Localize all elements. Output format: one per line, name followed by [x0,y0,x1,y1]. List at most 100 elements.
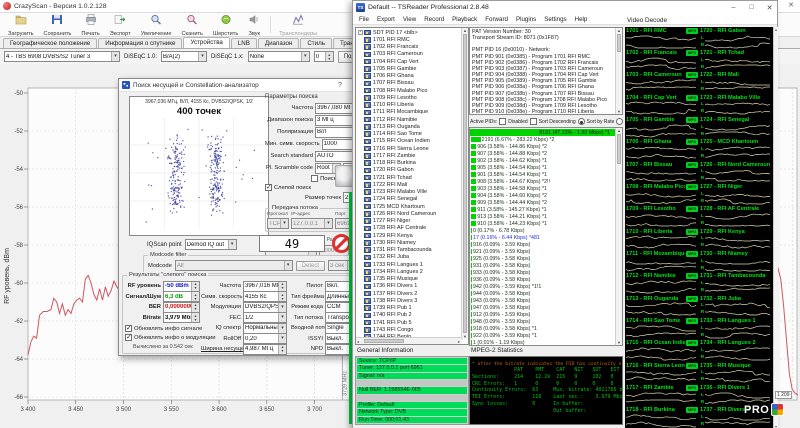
channel-monitor[interactable]: 1715 - RFI Ocean IndienMP2 [625,340,699,362]
tree-item[interactable]: 1723 RFI Malabo Ville [358,189,468,196]
channel-monitor[interactable]: 1732 - RFI Juba L R [699,295,773,317]
tree-item[interactable]: 1704 RFI Cap Vert [358,58,468,65]
pid-row[interactable]: 916 (0.09% - 3.59 Kbps) [470,241,622,248]
disabled-checkbox[interactable] [499,118,506,125]
tab[interactable]: Устройства [183,37,229,48]
channel-monitor[interactable]: 1722 - RFI Mali L R [699,72,773,94]
toolbar-button[interactable]: Транспондеры [275,11,321,38]
toolbar-button[interactable]: Сканить [178,11,207,38]
pid-vscrollbar[interactable]: ▲▼ [615,128,622,345]
channel-monitor[interactable]: 1706 - RFI GhanaMP2 [625,139,699,161]
menu-item[interactable]: Plugins [512,16,540,23]
channel-monitor[interactable]: 1726 - RFI Nord Cameroun L R [699,161,773,183]
pat-line[interactable]: PMT PID 910 (0x038e) - Program 1710 RFI … [472,109,622,115]
tree-item[interactable]: 1732 RFI Juba [358,254,468,261]
update-modulation-checkbox[interactable] [125,334,132,341]
tree-item[interactable]: 1710 RFI Liberia [358,102,468,109]
tree-item[interactable]: 1714 RFI Sao Tome [358,131,468,138]
sort-by-rate-radio[interactable] [578,118,585,125]
pid-row[interactable]: 913 (3.58% - 144.21 Kbps) *1 [470,213,622,220]
pid-row[interactable]: 906 (3.58% - 144.86 Kbps) *2 [470,143,622,150]
pid-row[interactable]: 925 (0.09% - 3.58 Kbps) [470,255,622,262]
update-signal-checkbox[interactable] [125,325,132,332]
tree-item[interactable]: 1728 RFI AF Centrale [358,225,468,232]
crazyscan-close-icon[interactable]: ✕ [788,1,794,9]
channel-monitor[interactable]: 1708 - RFI Malabo PicoMP2 [625,183,699,205]
toolbar-button[interactable]: Звук [244,11,264,38]
channel-monitor[interactable]: 1702 - RFI FrancaisMP2 [625,49,699,71]
channel-monitor[interactable]: 1720 - RFI Gabon L R [699,27,773,49]
pat-vscrollbar[interactable]: ▲▼ [615,28,622,114]
tree-item[interactable]: 1743 RFI Congo [358,326,468,333]
pid-row[interactable]: 943 (0.09% - 3.58 Kbps) [470,297,622,304]
tree-item[interactable]: 1707 RFI Bissau [358,80,468,87]
close-button[interactable]: ✕ [762,4,777,12]
pid-row[interactable]: 905 (3.58% - 144.54 Kbps) *1 [470,164,622,171]
tab[interactable]: Стиль [300,38,332,48]
result-value[interactable]: 6,3 dB [163,291,200,302]
ip-select[interactable]: 127.0.0.1 [291,218,333,229]
pid-row[interactable]: 921 (0.09% - 3.59 Kbps) [470,248,622,255]
menu-item[interactable]: Playback [448,16,481,23]
pid-row[interactable]: 8191 (47.23% - 1.90 Mbps) *1 [470,129,622,136]
channel-monitor[interactable]: 1723 - RFI Malabo Ville L R [699,94,773,116]
tab[interactable]: Географическое положение [3,38,97,48]
menu-item[interactable]: View [399,16,420,23]
channel-monitor[interactable]: 1712 - RFI NamibieMP2 [625,273,699,295]
channel-monitor[interactable]: 1703 - RFI CamerounMP2 [625,72,699,94]
diseqc10-select[interactable]: B/A(2) [161,51,207,62]
pid-row[interactable]: 918 (0.09% - 3.58 Kbps) *1 [470,325,622,332]
tree-item[interactable]: 1718 RFI Burkina [358,160,468,167]
pid-row[interactable]: 936 (0.09% - 3.58 Kbps) [470,276,622,283]
tree-item[interactable]: 1738 RFI Divers 3 [358,297,468,304]
result-value[interactable]: 4155 Кс [243,291,287,302]
menu-item[interactable]: File [355,16,373,23]
pid-row[interactable]: 904 (3.58% - 144.60 Kbps) *2 [470,192,622,199]
toolbar-button[interactable]: Печать [77,11,103,38]
pid-row[interactable]: 17 (0.16% - 6.44 Kbps) *481 [470,234,622,241]
sort-descending-checkbox[interactable] [530,118,537,125]
dialog-titlebar[interactable]: Поиск несущей и Constellation-анализатор… [119,79,364,92]
toolbar-button[interactable]: Загрузить [4,11,38,38]
tree-item[interactable]: 1717 RFI Zambie [358,152,468,159]
channel-monitor[interactable]: 1717 - RFI ZambieMP2 [625,384,699,406]
tree-hscrollbar[interactable]: ◂▸ [356,337,461,344]
pid-row[interactable]: 901 (3.58% - 144.54 Kbps) *1 [470,171,622,178]
tree-item[interactable]: 1702 RFI Francais [358,44,468,51]
tree-item[interactable]: 1721 RFI Tchad [358,174,468,181]
pat-line[interactable]: PMT PID 908 (0x038c) - Program 1708 RFI … [472,97,622,103]
result-value[interactable]: 1/2 [243,312,287,323]
tree-item[interactable]: 1730 RFI Niamey [358,239,468,246]
expand-icon[interactable]: - [358,30,363,35]
pid-row[interactable]: 908 (3.58% - 144.67 Kbps) *2!! [470,178,622,185]
tree-item[interactable]: 1722 RFI Mali [358,181,468,188]
pid-row[interactable]: 903 (3.58% - 144.58 Kbps) *1 [470,185,622,192]
tree-item[interactable]: 1712 RFI Namibie [358,116,468,123]
tree-item[interactable]: 1715 RFI Ocean Indien [358,138,468,145]
channel-monitor[interactable]: 1713 - RFI OugandaMP2 [625,295,699,317]
tree-item[interactable]: 1725 MCD Khartoum [358,203,468,210]
tree-item[interactable]: 1737 RFI Divers 2 [358,290,468,297]
blind-search-checkbox[interactable] [265,184,272,191]
tree-item[interactable]: 1741 RFI Pub 5 [358,319,468,326]
result-value[interactable]: -50 dBm [163,281,200,292]
minimize-button[interactable]: – [726,4,741,11]
dialog-help-button[interactable]: ? [334,82,346,89]
tree-root[interactable]: - SDT PID 17 <blb> [358,29,468,36]
tree-item[interactable]: 1706 RFI Ghana [358,73,468,80]
tree-vscrollbar[interactable]: ▲▼ [461,28,468,339]
pid-row[interactable]: 2191 (6.67% - 283.22 Kbps) *2 [470,136,622,143]
tree-item[interactable]: 1724 RFI Senegal [358,196,468,203]
channel-monitor[interactable]: 1701 - RFI RMCMP2 [625,27,699,49]
tree-item[interactable]: 1708 RFI Malabo Pico [358,87,468,94]
tuner-select[interactable]: 4 - TBS 6908 DVBS/S2 Tuner 3 [4,51,120,62]
modcode-select[interactable]: All [175,260,293,271]
detect-button[interactable]: Detect [296,261,325,271]
tree-item[interactable]: 1740 RFI Pub 2 [358,312,468,319]
pid-row[interactable]: 909 (3.58% - 144.44 Kbps) *2 [470,199,622,206]
toolbar-button[interactable]: Сохранить [40,11,76,38]
tree-item[interactable]: 1726 RFI Nord Cameroun [358,210,468,217]
pid-row[interactable]: 933 (0.09% - 3.58 Kbps) [470,269,622,276]
tree-item[interactable]: 1731 RFI Tambacounda [358,247,468,254]
channel-monitor[interactable]: 1727 - RFI Niger L R [699,183,773,205]
